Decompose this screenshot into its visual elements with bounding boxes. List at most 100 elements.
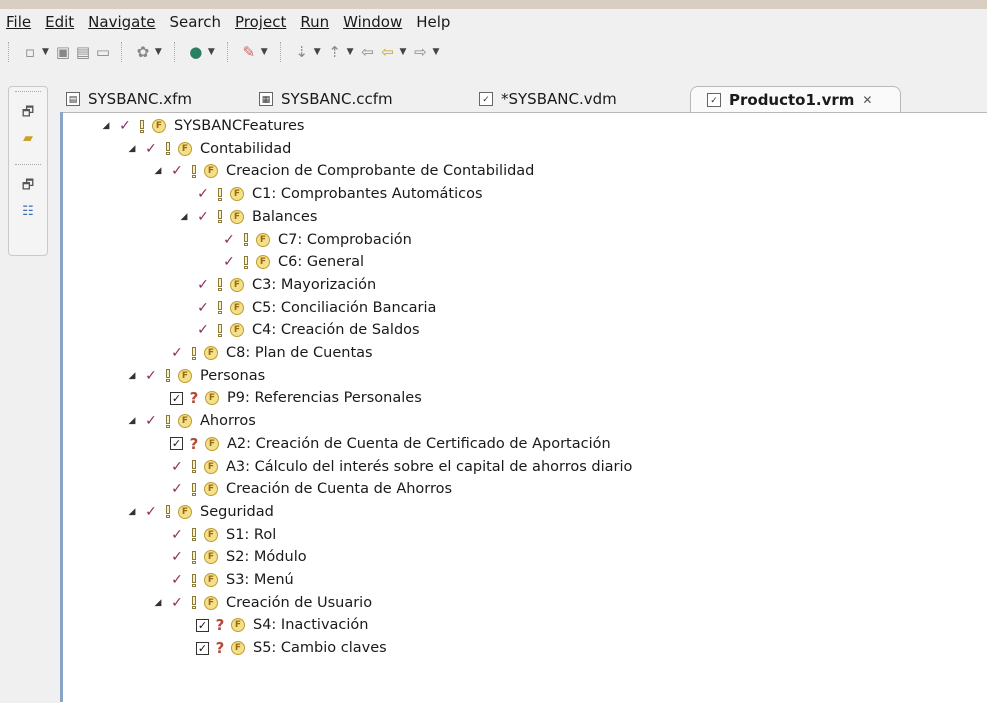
tree-item[interactable]: ◢ ✓ F Creación de Usuario (152, 592, 373, 614)
collapse-arrow-icon[interactable]: ◢ (178, 212, 190, 222)
selected-check-icon[interactable]: ✓ (170, 595, 184, 611)
tree-item[interactable]: ✓ F Creación de Cuenta de Ahorros (152, 478, 452, 500)
tree-item[interactable]: ✓ F A3: Cálculo del interés sobre el capit… (152, 456, 632, 478)
selected-check-icon[interactable]: ✓ (196, 209, 210, 225)
collapse-arrow-icon[interactable]: ◢ (152, 598, 164, 608)
tree-item[interactable]: ✓ F S3: Menú (152, 569, 294, 591)
menu-navigate[interactable]: Navigate (88, 13, 155, 31)
menu-file[interactable]: File (6, 13, 31, 31)
new-dropdown-icon[interactable]: ▼ (42, 47, 49, 57)
selected-check-icon[interactable]: ✓ (170, 345, 184, 361)
selected-check-icon[interactable]: ✓ (222, 232, 236, 248)
pen-icon[interactable]: ✎ (239, 42, 259, 62)
collapse-arrow-icon[interactable]: ◢ (126, 507, 138, 517)
tree-item[interactable]: ✓ F C6: General (204, 251, 364, 273)
selected-check-icon[interactable]: ✓ (196, 277, 210, 293)
prev-annotation-dropdown-icon[interactable]: ▼ (347, 47, 354, 57)
selected-check-icon[interactable]: ✓ (144, 504, 158, 520)
menu-help[interactable]: Help (416, 13, 450, 31)
tree-item[interactable]: ✓ F C3: Mayorización (178, 274, 376, 296)
save-all-icon[interactable]: ▤ (73, 42, 93, 62)
tree-item[interactable]: ◢ ✓ F Personas (126, 365, 266, 387)
tree-item[interactable]: ✓? F A2: Creación de Cuenta de Certificado… (152, 433, 611, 455)
tab-sysbanc-ccfm[interactable]: ▦ SYSBANC.ccfm (259, 86, 393, 112)
save-icon[interactable]: ▣ (53, 42, 73, 62)
menu-window[interactable]: Window (343, 13, 402, 31)
optional-icon: ? (215, 616, 225, 635)
next-annotation-dropdown-icon[interactable]: ▼ (314, 47, 321, 57)
selected-check-icon[interactable]: ✓ (170, 481, 184, 497)
tree-item[interactable]: ◢ ✓ F Seguridad (126, 501, 274, 523)
tree-item[interactable]: ✓ F C4: Creación de Saldos (178, 319, 419, 341)
feature-icon: F (204, 346, 218, 360)
tree-item[interactable]: ◢ ✓ F Contabilidad (126, 138, 292, 160)
forward-dropdown-icon[interactable]: ▼ (432, 47, 439, 57)
run-dropdown-icon[interactable]: ▼ (208, 47, 215, 57)
checkbox[interactable]: ✓ (196, 641, 209, 655)
run-icon[interactable]: ● (186, 42, 206, 62)
selected-check-icon[interactable]: ✓ (144, 368, 158, 384)
dock-grip[interactable] (15, 91, 41, 98)
tree-item[interactable]: ◢ ✓ F Ahorros (126, 410, 256, 432)
pen-dropdown-icon[interactable]: ▼ (261, 47, 268, 57)
feature-label: C6: General (278, 254, 364, 271)
tree-item[interactable]: ✓ F C1: Comprobantes Automáticos (178, 183, 482, 205)
tab-sysbanc-vdm[interactable]: ✓ *SYSBANC.vdm (479, 86, 617, 112)
tree-item[interactable]: ✓ F C7: Comprobación (204, 229, 412, 251)
close-icon[interactable]: ✕ (862, 93, 872, 107)
back-icon[interactable]: ⇦ (378, 42, 398, 62)
tree-item[interactable]: ✓? F S5: Cambio claves (178, 637, 387, 659)
print-icon[interactable]: ▭ (93, 42, 113, 62)
next-annotation-icon[interactable]: ⇣ (292, 42, 312, 62)
selected-check-icon[interactable]: ✓ (170, 572, 184, 588)
tab-producto1-vrm[interactable]: ✓ Producto1.vrm ✕ (690, 86, 902, 113)
tree-item[interactable]: ✓ F C8: Plan de Cuentas (152, 342, 372, 364)
restore-icon[interactable]: 🗗 (9, 175, 47, 199)
package-explorer-icon[interactable]: ▰ (9, 126, 47, 150)
checkbox[interactable]: ✓ (170, 391, 183, 405)
tree-item[interactable]: ✓? F S4: Inactivación (178, 614, 369, 636)
restore-icon[interactable]: 🗗 (9, 102, 47, 126)
selected-check-icon[interactable]: ✓ (196, 300, 210, 316)
menu-run[interactable]: Run (300, 13, 329, 31)
selected-check-icon[interactable]: ✓ (170, 549, 184, 565)
checkbox[interactable]: ✓ (196, 618, 209, 632)
selected-check-icon[interactable]: ✓ (144, 413, 158, 429)
outline-icon[interactable]: ☷ (9, 199, 47, 223)
tree-item[interactable]: ◢ ✓ F SYSBANCFeatures (100, 115, 305, 137)
collapse-arrow-icon[interactable]: ◢ (100, 121, 112, 131)
dock-grip[interactable] (15, 164, 41, 171)
tree-item[interactable]: ✓ F S1: Rol (152, 524, 276, 546)
settings-dropdown-icon[interactable]: ▼ (155, 47, 162, 57)
feature-label: SYSBANCFeatures (174, 118, 305, 134)
feature-label: Ahorros (200, 413, 256, 430)
selected-check-icon[interactable]: ✓ (170, 527, 184, 543)
collapse-arrow-icon[interactable]: ◢ (126, 371, 138, 381)
selected-check-icon[interactable]: ✓ (144, 141, 158, 157)
collapse-arrow-icon[interactable]: ◢ (126, 416, 138, 426)
menu-search[interactable]: Search (169, 13, 221, 31)
selected-check-icon[interactable]: ✓ (196, 322, 210, 338)
selected-check-icon[interactable]: ✓ (170, 163, 184, 179)
back-dropdown-icon[interactable]: ▼ (400, 47, 407, 57)
prev-annotation-icon[interactable]: ⇡ (325, 42, 345, 62)
tree-item[interactable]: ◢ ✓ F Balances (178, 206, 318, 228)
tab-sysbanc-xfm[interactable]: ▤ SYSBANC.xfm (66, 86, 192, 112)
tree-item[interactable]: ✓ F S2: Módulo (152, 546, 306, 568)
settings-icon[interactable]: ✿ (133, 42, 153, 62)
menu-edit[interactable]: Edit (45, 13, 74, 31)
collapse-arrow-icon[interactable]: ◢ (126, 144, 138, 154)
forward-icon[interactable]: ⇨ (410, 42, 430, 62)
new-icon[interactable]: ▫ (20, 42, 40, 62)
selected-check-icon[interactable]: ✓ (196, 186, 210, 202)
collapse-arrow-icon[interactable]: ◢ (152, 166, 164, 176)
selected-check-icon[interactable]: ✓ (170, 459, 184, 475)
tree-item[interactable]: ◢ ✓ F Creacion de Comprobante de Contabilid… (152, 160, 535, 182)
menu-project[interactable]: Project (235, 13, 286, 31)
tree-item[interactable]: ✓ F C5: Conciliación Bancaria (178, 297, 436, 319)
tree-item[interactable]: ✓? F P9: Referencias Personales (152, 387, 422, 409)
last-edit-icon[interactable]: ⇦ (358, 42, 378, 62)
checkbox[interactable]: ✓ (170, 437, 183, 451)
selected-check-icon[interactable]: ✓ (118, 118, 132, 134)
selected-check-icon[interactable]: ✓ (222, 254, 236, 270)
